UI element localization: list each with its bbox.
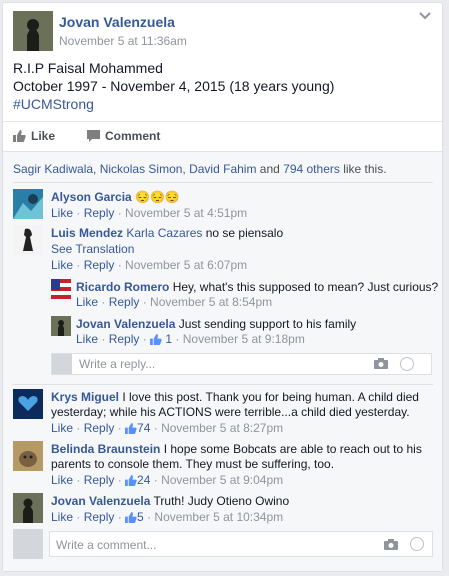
comment-like-link[interactable]: Like xyxy=(76,295,98,309)
comment-item: Luis Mendez Karla Cazares no se piensalo… xyxy=(13,225,433,275)
comment-input[interactable]: Write a comment... xyxy=(49,531,433,557)
comment-like-count[interactable]: 5 xyxy=(137,510,144,524)
comment-item: Jovan Valenzuela Truth! Judy Otieno Owin… xyxy=(13,493,433,525)
divider xyxy=(13,182,433,183)
camera-icon[interactable] xyxy=(384,539,398,550)
comment-label: Comment xyxy=(105,129,161,143)
comment-reply-link[interactable]: Reply xyxy=(109,295,140,309)
avatar[interactable] xyxy=(13,389,43,419)
thumbs-up-icon xyxy=(125,512,137,526)
avatar[interactable] xyxy=(13,441,43,471)
comment-item: Alyson Garcia 😔😔😔 Like · Reply · Novembe… xyxy=(13,189,433,221)
comment-text: yesterday; while his ACTIONS were terrib… xyxy=(51,405,410,419)
comment-reply-link[interactable]: Reply xyxy=(84,421,115,435)
emoji-icon[interactable] xyxy=(410,537,424,551)
commenter-name[interactable]: Ricardo Romero xyxy=(76,280,169,294)
like-label: Like xyxy=(31,129,56,143)
comment-like-link[interactable]: Like xyxy=(51,421,73,435)
commenter-name[interactable]: Alyson Garcia xyxy=(51,190,132,204)
post-timestamp[interactable]: November 5 at 11:36am xyxy=(59,34,187,48)
commenter-name[interactable]: Jovan Valenzuela xyxy=(76,317,175,331)
comment-like-link[interactable]: Like xyxy=(51,510,73,524)
comment-like-link[interactable]: Like xyxy=(51,473,73,487)
comment-item: Krys Miguel I love this post. Thank you … xyxy=(13,389,433,437)
comment-composer: Write a comment... xyxy=(13,529,433,559)
thumbs-up-icon xyxy=(125,475,137,489)
thumbs-up-icon xyxy=(13,130,26,142)
post-line-1: R.I.P Faisal Mohammed xyxy=(13,60,163,76)
divider xyxy=(13,384,433,385)
comment-placeholder: Write a comment... xyxy=(56,538,157,552)
comment-like-count[interactable]: 74 xyxy=(137,421,150,435)
reply-item: Jovan Valenzuela Just sending support to… xyxy=(51,316,433,348)
post-text: R.I.P Faisal Mohammed October 1997 - Nov… xyxy=(13,59,433,113)
comment-like-link[interactable]: Like xyxy=(51,258,73,272)
comment-reply-link[interactable]: Reply xyxy=(84,258,115,272)
avatar[interactable] xyxy=(13,189,43,219)
emoji-icon[interactable] xyxy=(400,357,414,371)
comment-text: Truth! Judy Otieno Owino xyxy=(150,494,290,508)
comment-timestamp[interactable]: November 5 at 8:54pm xyxy=(150,295,272,309)
post-line-2: October 1997 - November 4, 2015 (18 year… xyxy=(13,78,335,94)
others-link[interactable]: 794 others xyxy=(283,162,340,176)
comment-like-count[interactable]: 24 xyxy=(137,473,150,487)
comment-icon xyxy=(87,130,100,142)
reply-item: Ricardo Romero Hey, what's this supposed… xyxy=(51,279,438,311)
comment-timestamp[interactable]: November 5 at 9:04pm xyxy=(161,473,283,487)
author-avatar[interactable] xyxy=(13,11,53,51)
tagged-user[interactable]: Karla Cazares xyxy=(126,226,202,240)
comment-button[interactable]: Comment xyxy=(87,129,160,143)
comment-reply-link[interactable]: Reply xyxy=(109,332,140,346)
comments-section: Sagir Kadiwala, Nickolas Simon, David Fa… xyxy=(3,151,442,571)
comment-text: Just sending support to his family xyxy=(175,317,357,331)
thumbs-up-icon xyxy=(125,423,137,437)
thumbs-up-icon xyxy=(150,334,162,348)
commenter-name[interactable]: Krys Miguel xyxy=(51,390,119,404)
comment-item: Belinda Braunstein I hope some Bobcats a… xyxy=(13,441,433,489)
like-button[interactable]: Like xyxy=(13,129,55,143)
avatar[interactable] xyxy=(13,493,43,523)
avatar[interactable] xyxy=(51,279,71,299)
comment-text: parents to console them. They must be su… xyxy=(51,457,335,471)
comment-timestamp[interactable]: November 5 at 9:18pm xyxy=(183,332,305,346)
camera-icon[interactable] xyxy=(374,358,388,369)
comment-timestamp[interactable]: November 5 at 6:07pm xyxy=(125,258,247,272)
post-card: Jovan Valenzuela November 5 at 11:36am R… xyxy=(2,2,443,572)
chevron-down-icon[interactable] xyxy=(419,11,433,25)
commenter-name[interactable]: Belinda Braunstein xyxy=(51,442,160,456)
avatar[interactable] xyxy=(13,225,43,255)
likes-summary: Sagir Kadiwala, Nickolas Simon, David Fa… xyxy=(13,162,387,176)
comment-timestamp[interactable]: November 5 at 10:34pm xyxy=(154,510,283,524)
comment-like-link[interactable]: Like xyxy=(51,206,73,220)
post-author-name[interactable]: Jovan Valenzuela xyxy=(59,14,175,30)
comment-text: Hey, what's this supposed to mean? Just … xyxy=(169,280,439,294)
commenter-name[interactable]: Luis Mendez xyxy=(51,226,123,240)
reply-placeholder: Write a reply... xyxy=(79,357,156,371)
comment-timestamp[interactable]: November 5 at 4:51pm xyxy=(125,206,247,220)
avatar xyxy=(13,529,43,559)
avatar[interactable] xyxy=(51,316,71,336)
commenter-name[interactable]: Jovan Valenzuela xyxy=(51,494,150,508)
avatar xyxy=(52,354,72,374)
comment-text: I hope some Bobcats are able to reach ou… xyxy=(160,442,422,456)
comment-text: no se piensalo xyxy=(202,226,284,240)
comment-reply-link[interactable]: Reply xyxy=(84,206,115,220)
post-action-bar: Like Comment xyxy=(3,121,442,151)
liker-link[interactable]: Nickolas Simon xyxy=(100,162,183,176)
comment-reply-link[interactable]: Reply xyxy=(84,510,115,524)
comment-like-link[interactable]: Like xyxy=(76,332,98,346)
post-header: Jovan Valenzuela November 5 at 11:36am xyxy=(13,11,433,53)
liker-link[interactable]: David Fahim xyxy=(189,162,256,176)
comment-reply-link[interactable]: Reply xyxy=(84,473,115,487)
comment-timestamp[interactable]: November 5 at 8:27pm xyxy=(161,421,283,435)
post-hashtag[interactable]: #UCMStrong xyxy=(13,95,433,113)
reply-input[interactable]: Write a reply... xyxy=(51,353,432,375)
see-translation-link[interactable]: See Translation xyxy=(51,241,134,257)
comment-text: 😔😔😔 xyxy=(135,190,180,204)
liker-link[interactable]: Sagir Kadiwala xyxy=(13,162,93,176)
comment-text: I love this post. Thank you for being hu… xyxy=(119,390,419,404)
